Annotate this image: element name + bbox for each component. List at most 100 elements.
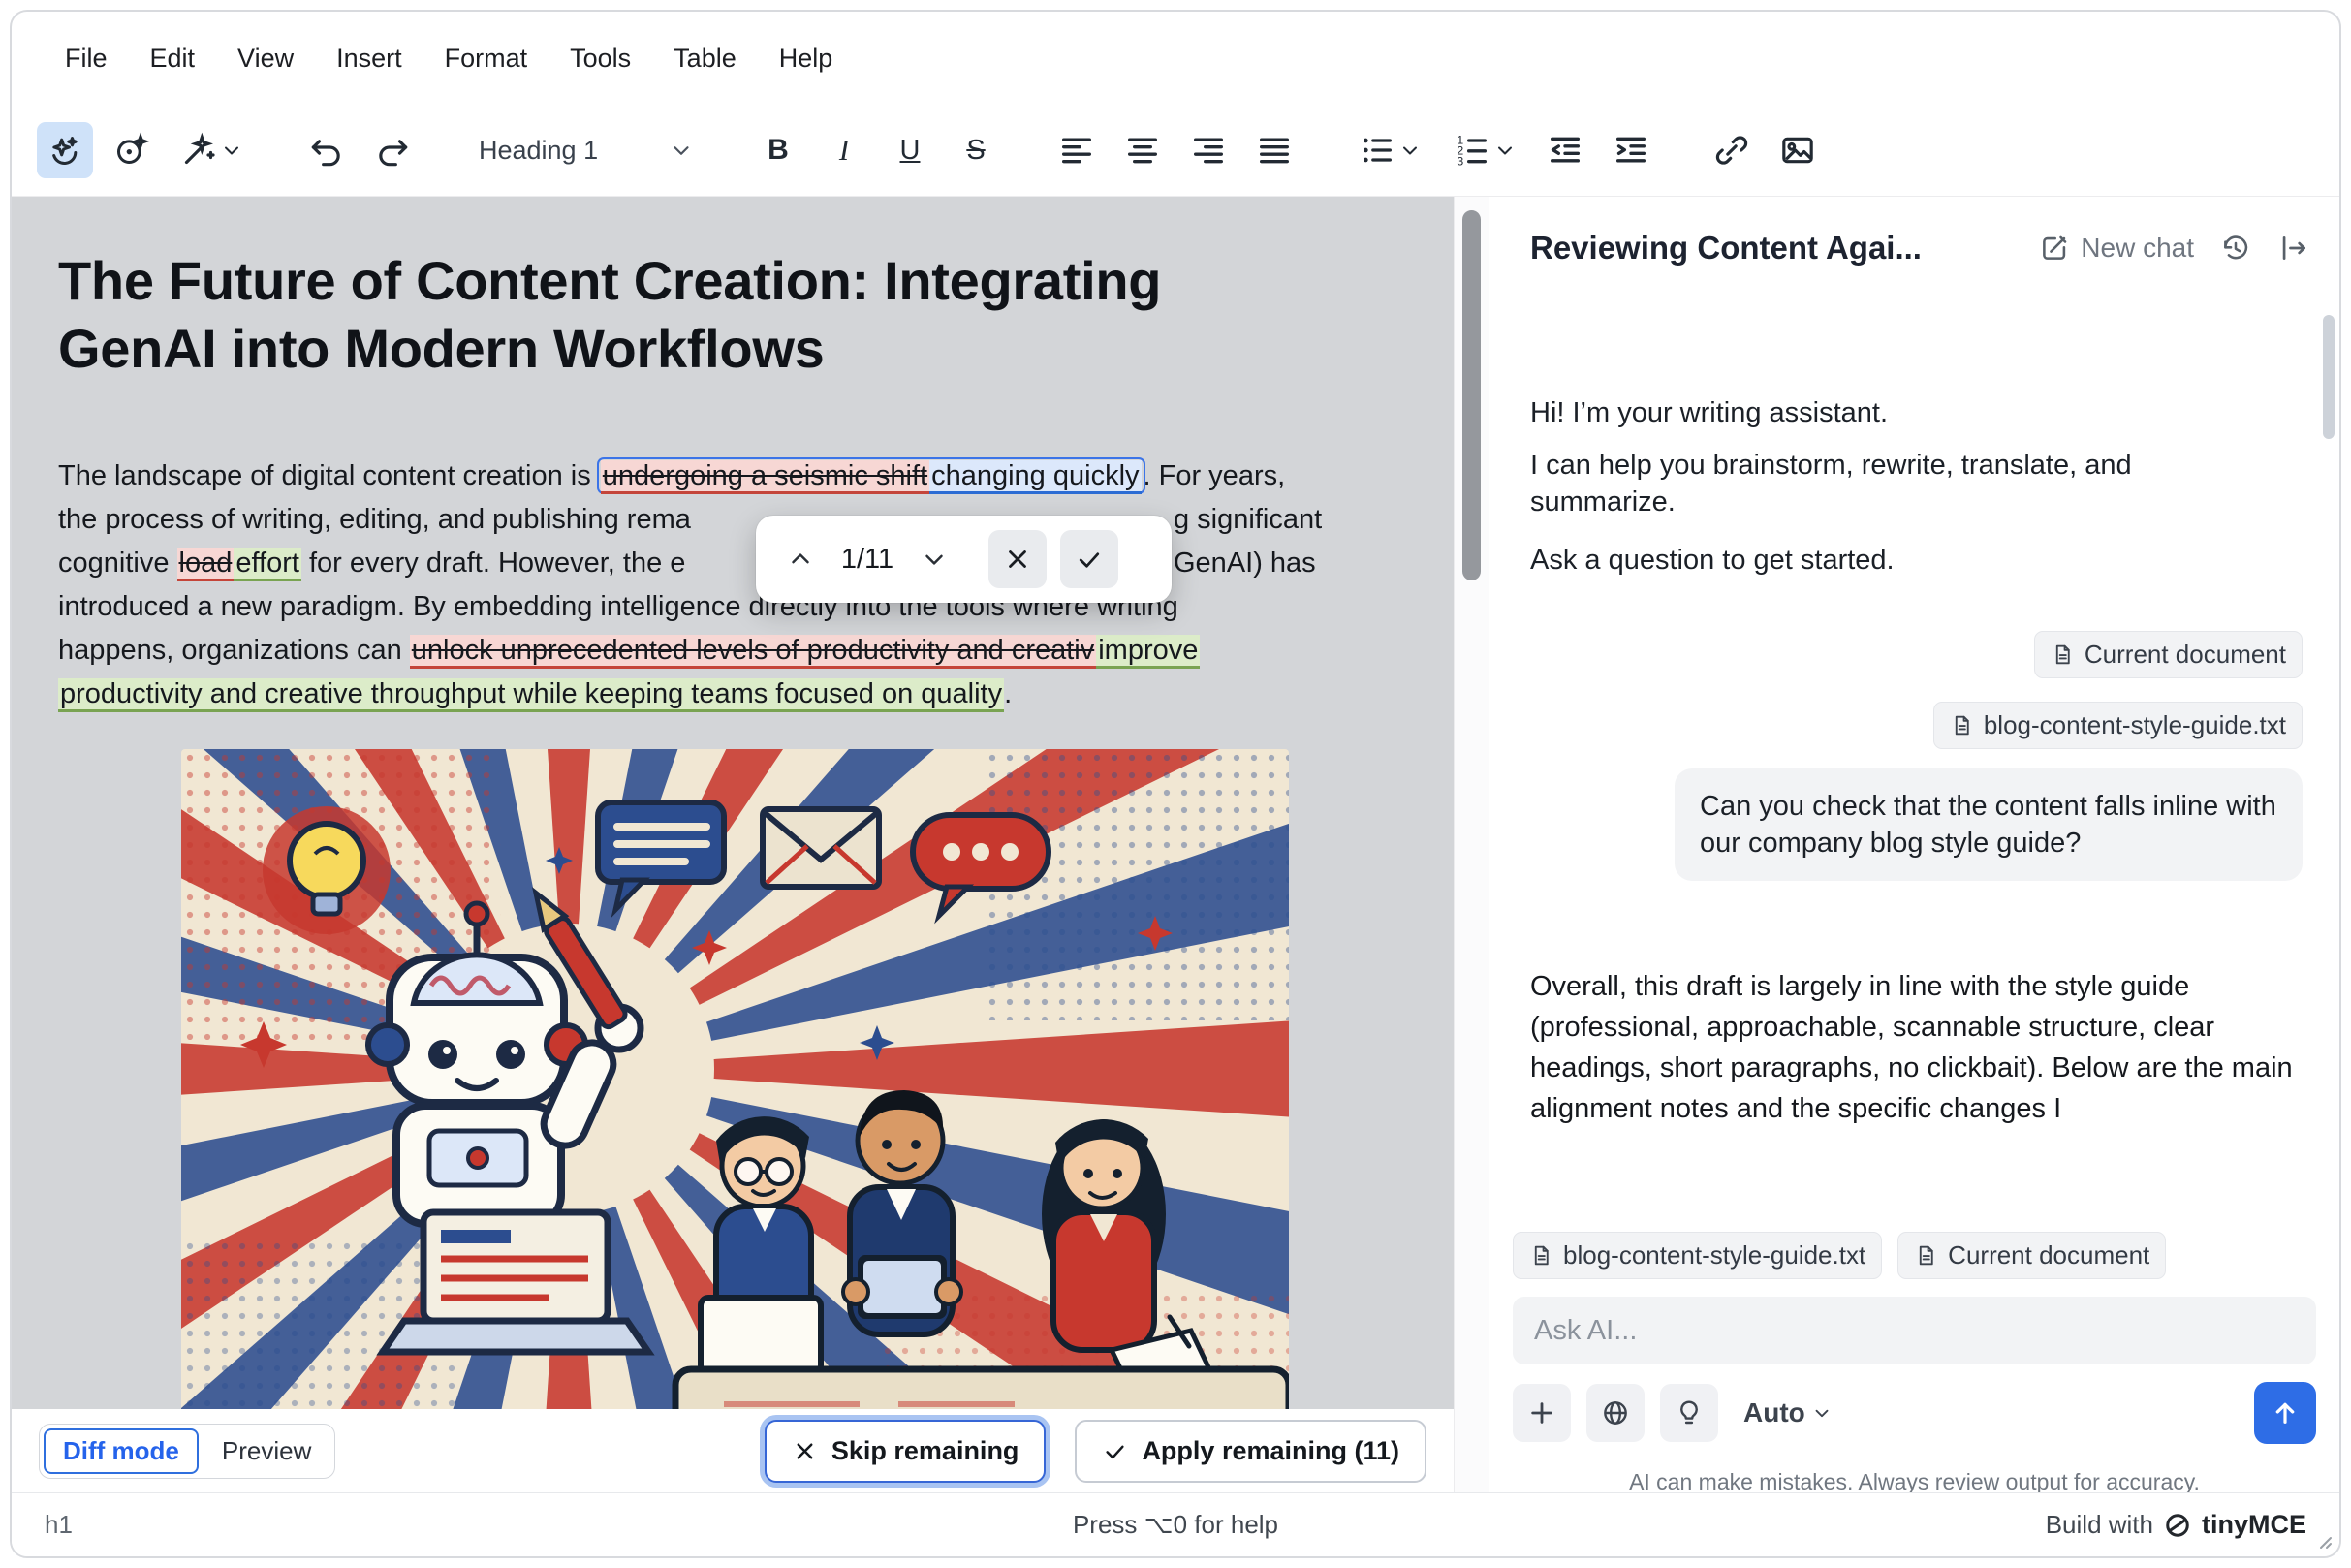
- user-message: Can you check that the content falls inl…: [1675, 768, 2303, 881]
- paragraph-line: The landscape of digital content creatio…: [58, 455, 1444, 498]
- paragraph-text: . For years,: [1144, 460, 1286, 491]
- sparkle-icon: [1530, 305, 1569, 344]
- send-button[interactable]: [2254, 1382, 2316, 1444]
- attachment-label: Current document: [1948, 1240, 2149, 1270]
- attachment-label: blog-content-style-guide.txt: [1563, 1240, 1865, 1270]
- diff-next-button[interactable]: [913, 538, 956, 580]
- diff-accept-button[interactable]: [1060, 530, 1118, 588]
- italic-glyph: I: [839, 133, 849, 168]
- paragraph-text: g significant: [1174, 498, 1322, 542]
- diff-insertion[interactable]: improve: [1096, 635, 1200, 669]
- align-left-button[interactable]: [1049, 122, 1105, 178]
- editor-scrollbar-thumb[interactable]: [1462, 210, 1481, 580]
- preview-button[interactable]: Preview: [203, 1428, 330, 1474]
- ask-ai-input[interactable]: [1513, 1297, 2316, 1364]
- editor-scrollbar[interactable]: [1454, 197, 1489, 1492]
- align-justify-button[interactable]: [1246, 122, 1302, 178]
- status-bar: h1 Press ⌥0 for help Build with tinyMCE: [12, 1492, 2339, 1556]
- suggestions-button[interactable]: [1660, 1384, 1718, 1442]
- attachment-current-document[interactable]: Current document: [2034, 631, 2303, 678]
- align-right-icon: [1189, 131, 1228, 170]
- bullet-list-button[interactable]: [1347, 122, 1432, 178]
- chevron-down-icon: [669, 138, 694, 163]
- paragraph-text: The landscape of digital content creatio…: [58, 460, 599, 491]
- numbered-list-button[interactable]: [1442, 122, 1527, 178]
- chevron-up-icon: [786, 545, 815, 574]
- element-path[interactable]: h1: [45, 1510, 73, 1540]
- ai-review-icon: [111, 131, 150, 170]
- chat-scrollbar[interactable]: [2323, 315, 2335, 439]
- numbered-list-icon: [1453, 131, 1491, 170]
- diff-deletion[interactable]: undergoing a seismic shift: [601, 460, 929, 494]
- attachment-current-document[interactable]: Current document: [1897, 1232, 2166, 1279]
- chat-history-button[interactable]: [2219, 232, 2252, 265]
- menu-table[interactable]: Table: [657, 34, 753, 83]
- align-left-icon: [1057, 131, 1096, 170]
- outdent-button[interactable]: [1537, 122, 1593, 178]
- menu-help[interactable]: Help: [763, 34, 850, 83]
- diff-insertion[interactable]: effort: [234, 548, 301, 581]
- align-center-button[interactable]: [1114, 122, 1171, 178]
- diff-deletion[interactable]: unlock unprecedented levels of productiv…: [410, 635, 1096, 669]
- brand-name: tinyMCE: [2202, 1510, 2306, 1540]
- app-window: File Edit View Insert Format Tools Table…: [10, 10, 2341, 1558]
- ai-shortcuts-button[interactable]: [169, 122, 254, 178]
- format-select[interactable]: Heading 1: [465, 122, 705, 178]
- web-search-button[interactable]: [1586, 1384, 1645, 1442]
- paragraph-text: the process of writing, editing, and pub…: [58, 504, 691, 535]
- apply-remaining-button[interactable]: Apply remaining (11): [1075, 1420, 1426, 1483]
- editor-canvas[interactable]: The Future of Content Creation: Integrat…: [12, 197, 1454, 1492]
- branding[interactable]: Build with tinyMCE: [2046, 1510, 2306, 1540]
- format-select-value: Heading 1: [479, 136, 598, 166]
- strikethrough-button[interactable]: S: [948, 122, 1004, 178]
- diff-deletion[interactable]: load: [177, 548, 235, 581]
- italic-button[interactable]: I: [816, 122, 872, 178]
- document-image[interactable]: [181, 749, 1289, 1486]
- paragraph-line: happens, organizations can unlock unprec…: [58, 629, 1444, 673]
- underline-button[interactable]: U: [882, 122, 938, 178]
- indent-button[interactable]: [1603, 122, 1659, 178]
- add-attachment-button[interactable]: [1513, 1384, 1571, 1442]
- paragraph-text: GenAI) has: [1174, 542, 1316, 585]
- insert-image-button[interactable]: [1770, 122, 1826, 178]
- assistant-greeting: Hi! I’m your writing assistant.: [1530, 394, 2303, 431]
- toolbar: Heading 1 B I U S: [12, 105, 2339, 196]
- attachment-label: blog-content-style-guide.txt: [1984, 710, 2286, 740]
- menu-edit[interactable]: Edit: [134, 34, 212, 83]
- redo-button[interactable]: [364, 122, 421, 178]
- diff-mode-button[interactable]: Diff mode: [44, 1428, 199, 1474]
- bold-button[interactable]: B: [750, 122, 806, 178]
- lightbulb-icon: [1674, 1397, 1705, 1428]
- skip-remaining-button[interactable]: Skip remaining: [765, 1420, 1047, 1483]
- diff-prev-button[interactable]: [779, 538, 822, 580]
- history-icon: [2219, 232, 2252, 265]
- link-button[interactable]: [1704, 122, 1760, 178]
- ai-review-button[interactable]: [103, 122, 159, 178]
- bullet-list-icon: [1358, 131, 1396, 170]
- menu-tools[interactable]: Tools: [553, 34, 647, 83]
- collapse-panel-icon: [2277, 232, 2310, 265]
- paragraph-line: cognitive loadeffort for every draft. Ho…: [58, 542, 1444, 585]
- new-chat-icon: [2038, 232, 2071, 265]
- new-chat-button[interactable]: New chat: [2038, 232, 2194, 265]
- model-select-value: Auto: [1743, 1397, 1805, 1428]
- ai-assistant-button[interactable]: [37, 122, 93, 178]
- attachment-style-guide[interactable]: blog-content-style-guide.txt: [1513, 1232, 1882, 1279]
- model-select[interactable]: Auto: [1743, 1397, 1833, 1428]
- current-diff-region[interactable]: undergoing a seismic shiftchanging quick…: [599, 459, 1144, 492]
- align-right-button[interactable]: [1180, 122, 1237, 178]
- undo-button[interactable]: [298, 122, 355, 178]
- resize-handle-icon[interactable]: [2314, 1531, 2334, 1551]
- attachment-style-guide[interactable]: blog-content-style-guide.txt: [1933, 702, 2303, 749]
- diff-insertion[interactable]: productivity and creative throughput whi…: [58, 678, 1004, 712]
- menu-file[interactable]: File: [48, 34, 124, 83]
- menu-insert[interactable]: Insert: [320, 34, 419, 83]
- check-icon: [1075, 545, 1104, 574]
- menu-format[interactable]: Format: [428, 34, 545, 83]
- diff-reject-button[interactable]: [988, 530, 1047, 588]
- menu-view[interactable]: View: [221, 34, 310, 83]
- magic-wand-icon: [179, 131, 218, 170]
- collapse-sidebar-button[interactable]: [2277, 232, 2310, 265]
- tinymce-logo: [2163, 1511, 2192, 1540]
- diff-insertion[interactable]: changing quickly: [929, 460, 1141, 494]
